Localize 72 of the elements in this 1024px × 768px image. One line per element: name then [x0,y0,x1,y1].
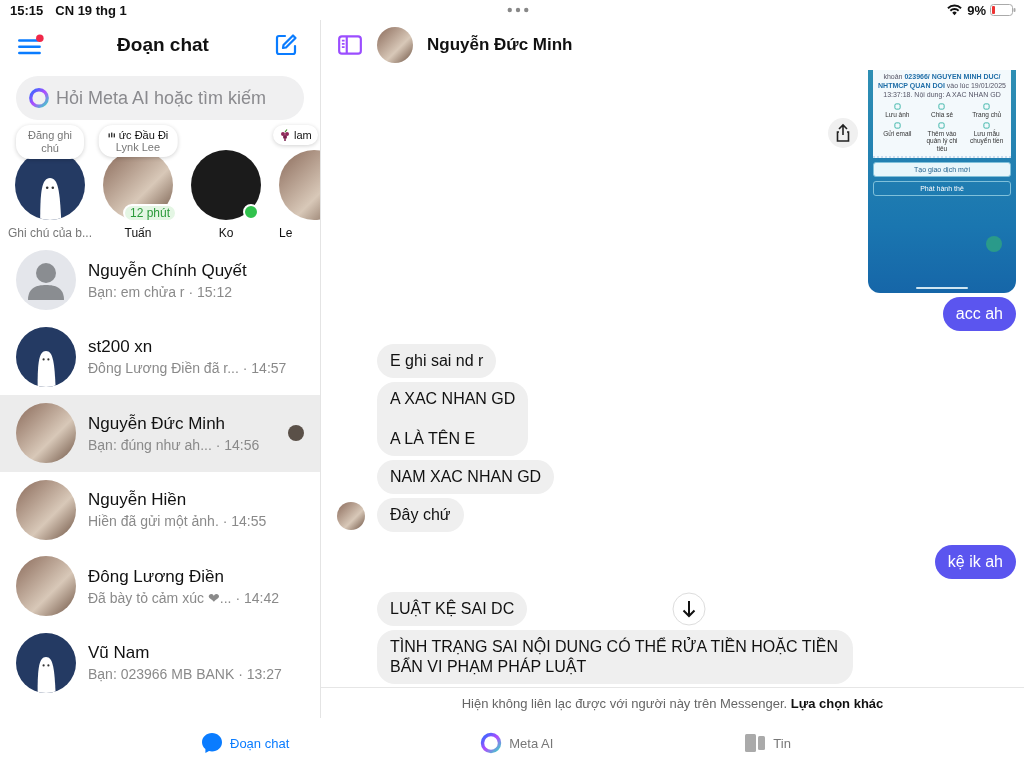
battery-icon [990,4,1016,16]
contact-name: Nguyễn Hiền [88,490,188,511]
meta-ai-ring-icon [479,731,504,755]
contact-name: st200 xn [88,337,154,358]
status-date: CN 19 thg 1 [55,2,127,18]
message-bubble: E ghi sai nd r [377,344,497,378]
action-icon [938,103,946,110]
active-time-badge: 12 phút [122,204,177,222]
note-subtitle: Lynk Lee [115,141,161,153]
menu-icon[interactable] [17,33,44,57]
message-bubble: Đây chứ [377,498,464,532]
compose-icon[interactable] [274,33,298,57]
note-text: lam [294,129,312,141]
action-icon [938,121,946,129]
scroll-down-button[interactable] [672,592,706,626]
audio-bars-icon [107,131,116,139]
message-bubble: acc ah [942,297,1016,331]
action-icon [983,121,991,129]
status-time: 15:15 [10,2,44,18]
story-name: Le [279,226,293,240]
chat-row[interactable]: Nguyễn Đức Minh Bạn: đúng như ah... · 14:56 [0,395,320,472]
sidebar-toggle-icon[interactable] [337,32,363,58]
wifi-icon [947,4,963,16]
home-indicator [916,287,968,289]
message-preview: Bạn: 023966 MB BANK · 13:27 [88,666,283,683]
grapes-icon [279,129,291,141]
chat-bubble-icon [200,731,224,755]
message-preview: Bạn: em chửa r · 15:12 [88,283,233,300]
message-bubble: LUẬT KỆ SAI DC [377,592,528,626]
contact-name: Nguyễn Đức Minh [88,413,227,434]
story-name: Ko [218,226,234,240]
conversation-title[interactable]: Nguyễn Đức Minh [427,35,573,55]
message-bubble: A XAC NHAN GD A LÀ TÊN E [377,382,529,456]
chat-row[interactable]: Vũ Nam Bạn: 023966 MB BANK · 13:27 [0,624,320,701]
contact-name: Nguyễn Chính Quyết [88,260,248,281]
chat-row[interactable]: Nguyễn Hiền Hiền đã gửi một ảnh. · 14:55 [0,471,320,548]
note-tooltip[interactable]: lam [273,125,318,145]
other-options-link[interactable]: Lựa chọn khác [790,695,884,711]
action-icon [893,121,901,129]
chat-row[interactable]: st200 xn Đông Lương Điền đã r... · 14:57 [0,318,320,395]
note-tooltip[interactable]: ức Đầu Đi Lynk Lee [98,125,178,157]
chat-row[interactable]: Đông Lương Điền Đã bày tỏ cảm xúc ❤... · 14:42 [0,548,320,625]
contact-name: Đông Lương Điền [88,566,225,587]
story-name: Tuấn [124,226,152,240]
tab[interactable]: Meta AI [479,731,554,755]
stories-icon [743,731,768,755]
story-name: Ghi chú của b... [8,226,93,240]
note-tooltip[interactable]: Đăng ghi chú [16,125,84,159]
contact-name: Vũ Nam [88,643,151,664]
unreachable-notice: Hiện không liên lạc được với người này trên Messenger. Lựa chọn khác [461,695,884,711]
chat-row[interactable]: Nguyễn Chính Quyết Bạn: em chửa r · 15:12 [0,242,320,319]
message-bubble: kệ ik ah [934,545,1016,579]
message-preview: Đã bày tỏ cảm xúc ❤... · 14:42 [88,589,280,606]
search-field[interactable]: Hỏi Meta AI hoặc tìm kiếm [16,76,304,120]
tab[interactable]: Đoạn chat [200,731,290,755]
share-icon[interactable] [828,118,858,148]
note-text: ức Đầu Đi [118,129,169,141]
message-bubble: TÌNH TRẠNG SAI NỘI DUNG CÓ THỂ RỬA TIỀN HOẶC TIỀN BẨN VI PHẠM PHÁP LUẬT [377,630,853,684]
multitask-dots-icon[interactable] [506,7,529,13]
header-avatar[interactable] [377,27,413,63]
action-icon [893,103,901,110]
message-preview: Hiền đã gửi một ảnh. · 14:55 [88,513,268,530]
message-preview: Đông Lương Điền đã r... · 14:57 [88,360,288,377]
battery-percent: 9% [967,2,986,18]
screenshot-image[interactable] [868,70,1016,293]
message-preview: Bạn: đúng như ah... · 14:56 [88,436,261,453]
message-bubble: NAM XAC NHAN GD [377,460,555,494]
floating-chat-icon [986,236,1002,252]
tab[interactable]: Tin [743,731,791,755]
action-icon [983,103,991,110]
sidebar-title: Đoạn chat [117,34,209,56]
note-text: Đăng ghi chú [26,129,73,155]
